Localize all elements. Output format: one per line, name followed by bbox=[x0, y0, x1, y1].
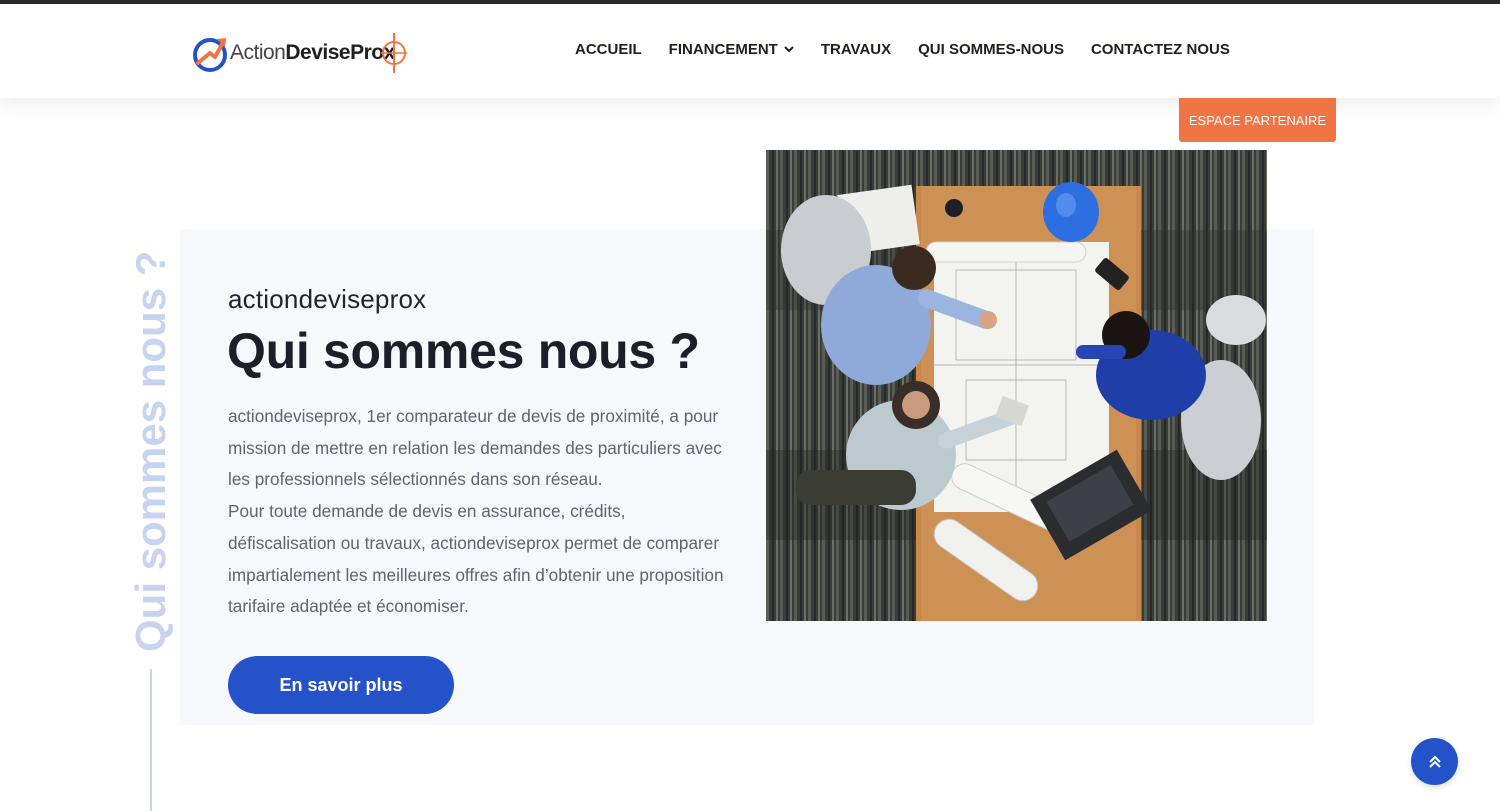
nav-item-label: ACCUEIL bbox=[575, 41, 642, 58]
chevron-down-icon bbox=[784, 46, 794, 53]
scroll-to-top-button[interactable] bbox=[1411, 738, 1458, 785]
site-header: Action DeviseProx ACCUEIL FINANCEMENT TRA… bbox=[0, 4, 1500, 98]
logo-text-action: Action bbox=[230, 41, 286, 64]
partner-space-button[interactable]: ESPACE PARTENAIRE bbox=[1179, 98, 1336, 142]
team-meeting-photo bbox=[766, 150, 1267, 621]
section-eyebrow: actiondeviseprox bbox=[228, 284, 427, 314]
logo-target-icon bbox=[380, 33, 407, 73]
nav-item-label: CONTACTEZ NOUS bbox=[1090, 41, 1230, 58]
double-chevron-up-icon bbox=[1428, 755, 1441, 768]
nav-item-accueil[interactable]: ACCUEIL bbox=[575, 41, 642, 58]
learn-more-button[interactable]: En savoir plus bbox=[228, 656, 454, 714]
nav-item-label: QUI SOMMES-NOUS bbox=[918, 41, 1064, 58]
site-logo[interactable]: Action DeviseProx bbox=[190, 26, 420, 80]
description-paragraph-1: actiondeviseprox, 1er comparateur de dev… bbox=[228, 406, 722, 490]
nav-item-contact[interactable]: CONTACTEZ NOUS bbox=[1091, 41, 1230, 58]
nav-item-travaux[interactable]: TRAVAUX bbox=[821, 41, 891, 58]
description-paragraph-2: Pour toute demande de devis en assurance… bbox=[228, 501, 724, 617]
nav-item-financement[interactable]: FINANCEMENT bbox=[669, 41, 794, 58]
section-title: Qui sommes nous ? bbox=[227, 323, 700, 379]
photo-illustration bbox=[766, 150, 1267, 621]
vertical-section-title: Qui sommes nous ? bbox=[127, 250, 174, 652]
nav-item-label: TRAVAUX bbox=[820, 41, 892, 58]
nav-item-label: FINANCEMENT bbox=[668, 41, 778, 58]
main-nav: ACCUEIL FINANCEMENT TRAVAUX QUI SOMMES-N… bbox=[575, 41, 1230, 58]
vertical-divider bbox=[150, 669, 152, 811]
nav-item-qui-sommes-nous[interactable]: QUI SOMMES-NOUS bbox=[918, 41, 1064, 58]
logo-text: Action DeviseProx bbox=[230, 41, 395, 65]
section-description: actiondeviseprox, 1er comparateur de dev… bbox=[228, 401, 738, 623]
vertical-title-wrap: Qui sommes nous ? bbox=[116, 250, 186, 652]
logo-arrow-icon bbox=[193, 38, 227, 72]
